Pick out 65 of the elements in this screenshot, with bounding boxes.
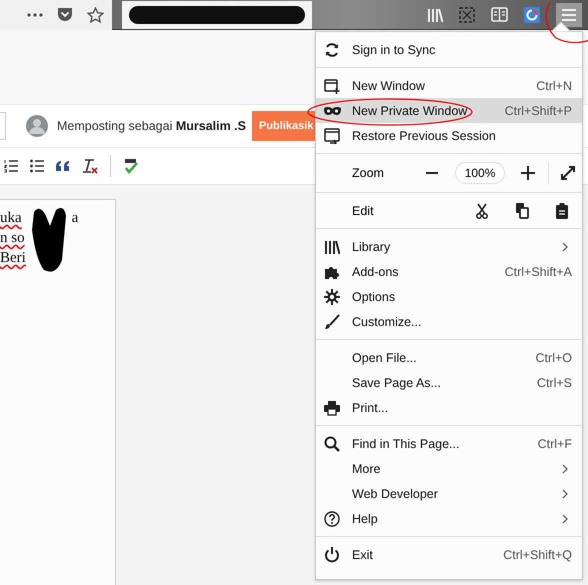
editor-text: Beri [0, 250, 26, 268]
zoom-reset-button[interactable]: 100% [454, 162, 506, 184]
clear-format-icon[interactable] [82, 158, 98, 174]
library-icon[interactable] [427, 6, 443, 22]
shortcut-label: Ctrl+Shift+P [504, 104, 572, 118]
shortcut-label: Ctrl+N [536, 78, 572, 92]
menu-item[interactable]: Web Developer [316, 481, 582, 506]
expand-icon [560, 166, 575, 180]
sync-extension-icon[interactable] [524, 6, 540, 22]
menu-item[interactable]: Library [316, 234, 582, 259]
menu-item[interactable]: Exit Ctrl+Shift+Q [316, 542, 582, 567]
shortcut-label: Ctrl+F [538, 436, 572, 450]
author-label: Memposting sebagai Mursalim .S [57, 119, 246, 133]
avatar [26, 115, 48, 137]
menu-item[interactable]: Print... [316, 395, 582, 420]
shortcut-label: Ctrl+S [536, 376, 572, 390]
menu-item[interactable]: Find in This Page... Ctrl+F [316, 431, 582, 456]
pocket-icon[interactable] [57, 7, 73, 22]
shortcut-label: Ctrl+Shift+Q [503, 548, 572, 562]
menu-item[interactable]: New Window Ctrl+N [316, 73, 582, 98]
menu-item[interactable]: Save Page As... Ctrl+S [316, 370, 582, 395]
edit-label: Edit [351, 204, 375, 218]
menu-item[interactable]: More [316, 456, 582, 481]
zoom-label: Zoom [351, 166, 385, 180]
help-icon [324, 510, 340, 526]
shortcut-label: Ctrl+O [536, 350, 572, 364]
spellcheck-icon[interactable] [123, 158, 139, 174]
copy-icon [516, 202, 528, 218]
editor-text: n so [0, 230, 25, 248]
menu-item[interactable]: Customize... [316, 309, 582, 334]
input-field[interactable] [0, 112, 6, 140]
printer-icon [324, 400, 340, 416]
clipboard-icon [556, 202, 568, 218]
more-icon[interactable] [27, 12, 43, 16]
settings-icon [324, 288, 340, 304]
menu-button[interactable] [556, 2, 582, 26]
menu-item[interactable]: Options [316, 284, 582, 309]
reader-icon[interactable] [491, 7, 508, 22]
editor-text: a [72, 210, 78, 228]
restore-icon [324, 128, 340, 144]
numbered-list-icon[interactable] [4, 159, 18, 173]
menu-item[interactable]: Add-ons Ctrl+Shift+A [316, 259, 582, 284]
menu-item[interactable]: Help [316, 506, 582, 531]
brush-icon [324, 314, 340, 330]
plus-icon [520, 166, 535, 180]
screenshot-icon[interactable] [459, 6, 475, 22]
menu-item[interactable]: Open File... Ctrl+O [316, 345, 582, 370]
editor-page[interactable]: uka a n so Beri [0, 199, 116, 585]
menu-item[interactable]: Sign in to Sync [316, 37, 582, 62]
editor-text: uka [0, 210, 22, 228]
sync-icon [324, 42, 340, 58]
power-icon [324, 546, 340, 562]
shortcut-label: Ctrl+Shift+A [504, 264, 572, 278]
menu-icon [562, 8, 576, 20]
star-icon[interactable] [87, 6, 104, 22]
scissors-icon [476, 202, 488, 218]
mask-icon [324, 106, 341, 114]
bullet-list-icon[interactable] [30, 159, 44, 173]
address-field[interactable] [122, 0, 312, 28]
menu-item[interactable]: New Private Window Ctrl+Shift+P [316, 98, 582, 123]
library-icon [324, 238, 340, 254]
search-icon [324, 436, 340, 452]
quote-icon[interactable] [56, 161, 70, 171]
new-window-icon [324, 78, 340, 94]
minus-icon [426, 172, 438, 174]
